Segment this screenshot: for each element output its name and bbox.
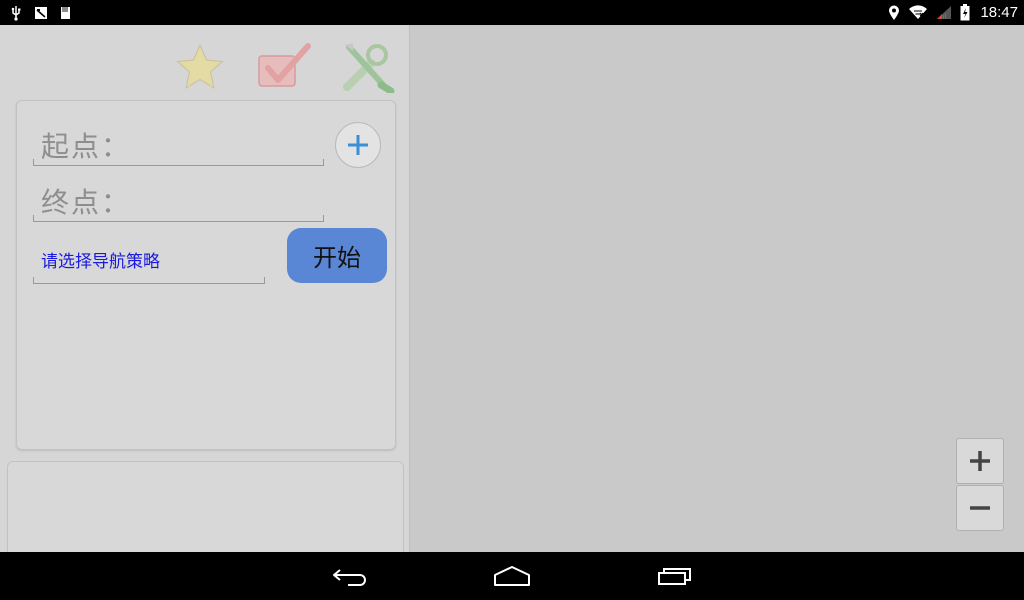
signal-icon bbox=[936, 4, 952, 22]
start-navigation-button[interactable]: 开始 bbox=[287, 228, 387, 283]
check-icon[interactable] bbox=[256, 39, 312, 95]
start-point-label: 起点： bbox=[41, 130, 132, 163]
home-icon[interactable] bbox=[482, 558, 542, 594]
status-bar-system: 18:47 bbox=[888, 0, 1018, 25]
plus-icon bbox=[348, 135, 368, 155]
main-content: 起点： 终点： 请选择导航策略 开始 bbox=[0, 25, 1024, 561]
route-side-panel: 起点： 终点： 请选择导航策略 开始 bbox=[0, 25, 410, 561]
screenshot-icon bbox=[34, 4, 48, 22]
status-bar-notifications bbox=[10, 0, 71, 25]
route-form-card: 起点： 终点： 请选择导航策略 开始 bbox=[16, 100, 396, 450]
sd-card-icon bbox=[60, 4, 71, 22]
navigation-strategy-select[interactable]: 请选择导航策略 bbox=[33, 229, 265, 284]
app-screen: 18:47 起点： 终点： 请选择导航策略 开始 bbox=[0, 0, 1024, 600]
location-icon bbox=[888, 4, 900, 22]
zoom-in-icon bbox=[970, 451, 990, 471]
zoom-out-icon bbox=[970, 506, 990, 510]
zoom-in-button[interactable] bbox=[956, 438, 1004, 484]
status-bar: 18:47 bbox=[0, 0, 1024, 25]
tools-icon[interactable] bbox=[340, 39, 396, 95]
usb-icon bbox=[10, 4, 22, 22]
end-point-label: 终点： bbox=[41, 186, 132, 219]
star-icon[interactable] bbox=[172, 39, 228, 95]
status-bar-time: 18:47 bbox=[980, 4, 1018, 21]
info-card bbox=[7, 461, 404, 561]
start-point-field[interactable]: 起点： bbox=[33, 119, 324, 166]
end-point-field[interactable]: 终点： bbox=[33, 175, 324, 222]
zoom-out-button[interactable] bbox=[956, 485, 1004, 531]
strategy-placeholder: 请选择导航策略 bbox=[41, 252, 160, 272]
add-waypoint-button[interactable] bbox=[335, 122, 381, 168]
system-nav-bar bbox=[0, 552, 1024, 600]
wifi-icon bbox=[908, 4, 928, 22]
battery-icon bbox=[960, 4, 970, 22]
recents-icon[interactable] bbox=[645, 558, 705, 594]
map-view[interactable] bbox=[410, 25, 1024, 552]
back-icon[interactable] bbox=[320, 558, 380, 594]
